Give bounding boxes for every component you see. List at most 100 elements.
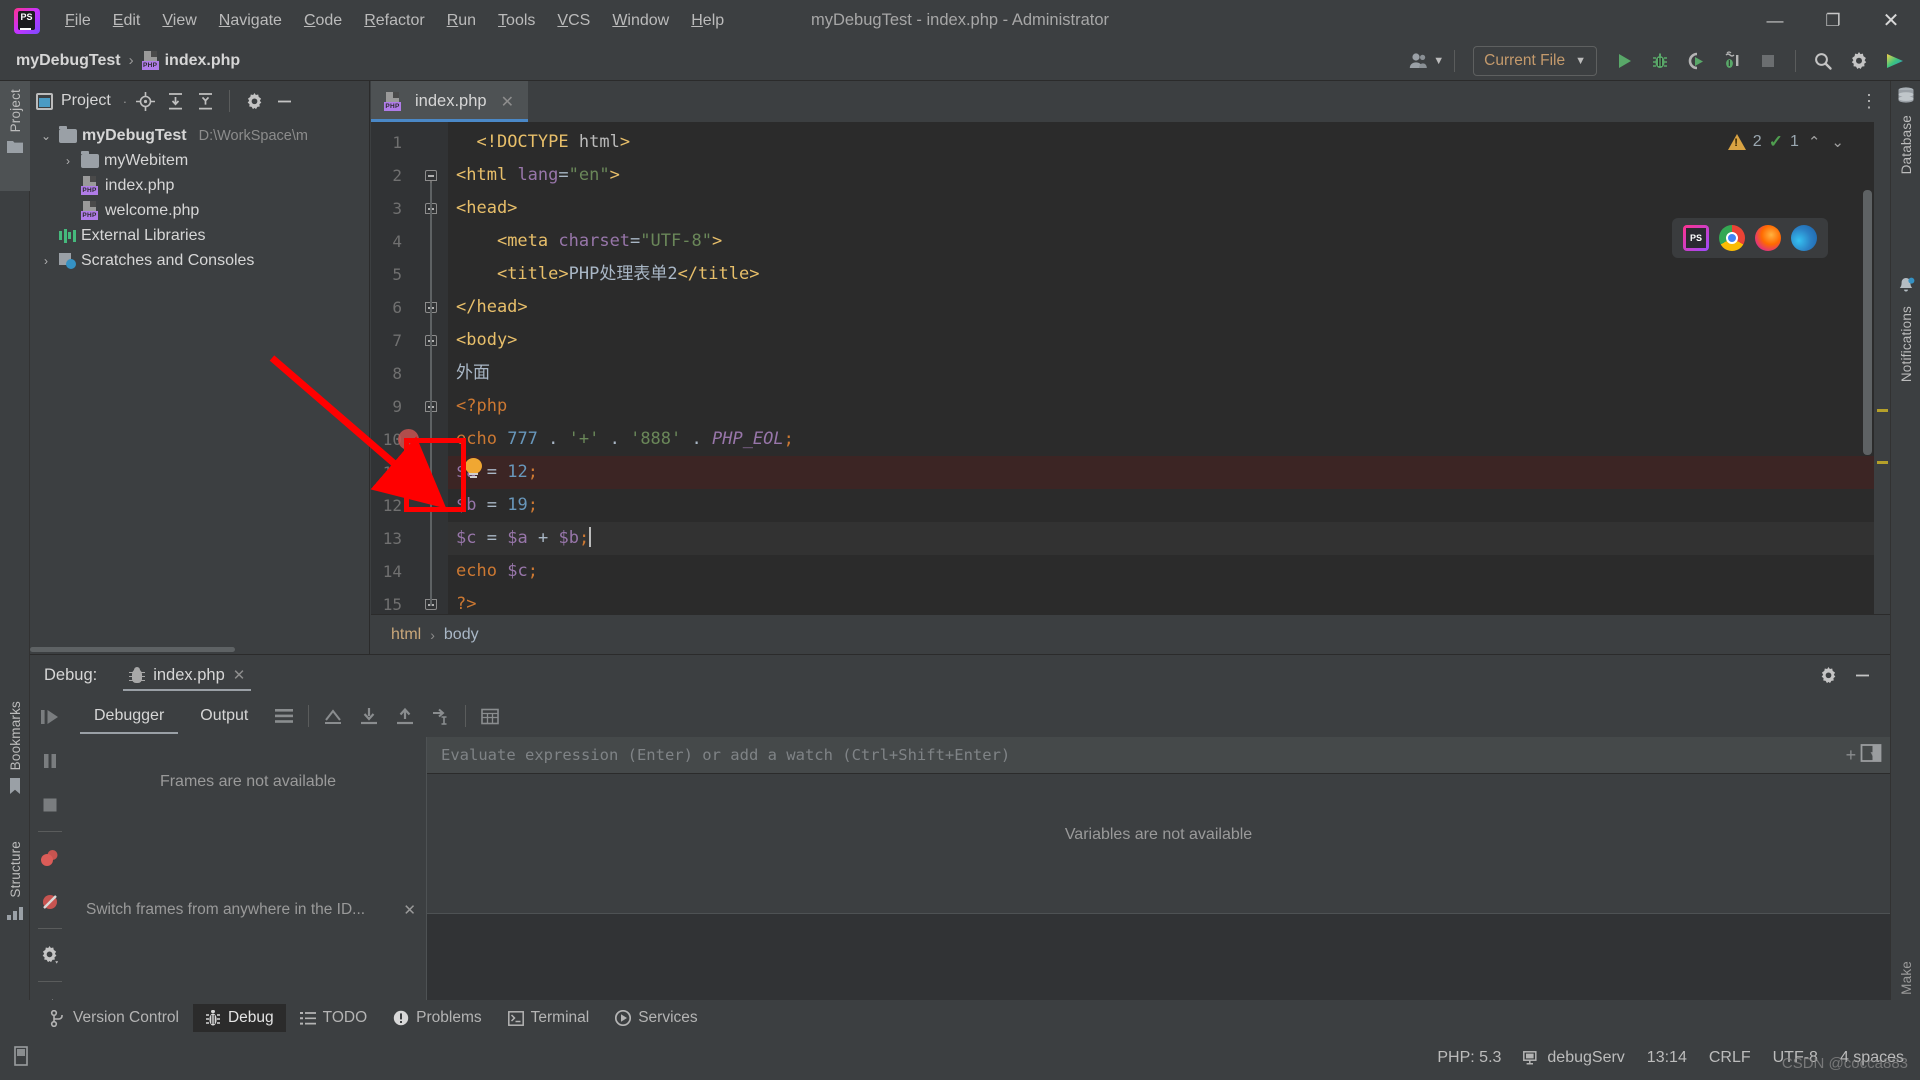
sidebar-item-notifications[interactable]: Notifications: [1891, 277, 1920, 497]
tree-item-index-php[interactable]: PHP index.php: [30, 173, 369, 198]
code-line-9[interactable]: <?php: [448, 390, 1890, 423]
code-line-10[interactable]: echo 777 . '+' . '888' . PHP_EOL;: [448, 423, 1890, 456]
close-button[interactable]: ✕: [1862, 0, 1920, 41]
layout-icon[interactable]: [266, 697, 302, 735]
error-stripe[interactable]: [1874, 122, 1890, 614]
bottom-tab-terminal[interactable]: Terminal: [496, 1004, 602, 1032]
search-icon[interactable]: [1806, 45, 1840, 77]
editor-gutter[interactable]: 1 2 3 4 5 6 7 8 9 10 11 12 13 14 15: [371, 122, 448, 614]
code-line-7[interactable]: <body>: [448, 324, 1890, 357]
sidebar-item-database[interactable]: Database: [1891, 87, 1920, 257]
chrome-icon[interactable]: [1719, 225, 1745, 251]
force-step-into-icon[interactable]: [423, 697, 459, 735]
profile-button[interactable]: [1715, 45, 1749, 77]
gear-icon[interactable]: [1842, 45, 1876, 77]
code-line-6[interactable]: </head>: [448, 291, 1890, 324]
sidebar-item-structure[interactable]: Structure: [0, 841, 30, 971]
run-button[interactable]: [1607, 45, 1641, 77]
status-item-php-5-3[interactable]: PHP: 5.3: [1437, 1049, 1501, 1067]
settings-icon[interactable]: [30, 933, 70, 977]
editor-scrollbar[interactable]: [1863, 190, 1872, 455]
updates-icon[interactable]: [1878, 45, 1912, 77]
bottom-tab-version-control[interactable]: Version Control: [38, 1004, 191, 1032]
firefox-icon[interactable]: [1755, 225, 1781, 251]
debug-settings-gear-icon[interactable]: [1814, 661, 1842, 689]
code-editor[interactable]: 1 2 3 4 5 6 7 8 9 10 11 12 13 14 15 <!DOCTYPE html> <ht…: [371, 122, 1890, 614]
variables-body[interactable]: Variables are not available: [427, 774, 1890, 1025]
code-line-2[interactable]: <html lang="en">: [448, 159, 1890, 192]
restore-layout-icon[interactable]: [1860, 743, 1882, 768]
chevron-icon[interactable]: ›: [60, 154, 76, 168]
edge-icon[interactable]: [1791, 225, 1817, 251]
run-with-coverage-button[interactable]: [1679, 45, 1713, 77]
debug-hide-button[interactable]: [1848, 661, 1876, 689]
stop-button[interactable]: [1751, 45, 1785, 77]
resume-program-icon[interactable]: [30, 695, 70, 739]
stripe-warning-mark[interactable]: [1877, 409, 1888, 412]
bottom-tab-todo[interactable]: TODO: [288, 1004, 380, 1032]
account-chevron-down-icon[interactable]: ▼: [1433, 55, 1444, 67]
code-line-8[interactable]: 外面: [448, 357, 1890, 390]
status-item-13-14[interactable]: 13:14: [1647, 1049, 1687, 1067]
bottom-tab-services[interactable]: Services: [603, 1004, 709, 1032]
mute-breakpoints-icon[interactable]: [30, 880, 70, 924]
previous-problem-icon[interactable]: ⌃: [1806, 133, 1823, 151]
breadcrumb-file[interactable]: index.php: [165, 52, 241, 70]
menu-item-vcs[interactable]: VCS: [546, 8, 601, 34]
menu-item-refactor[interactable]: Refactor: [353, 8, 435, 34]
code-content[interactable]: <!DOCTYPE html> <html lang="en"> <head> <m…: [448, 122, 1890, 614]
code-line-13[interactable]: $c = $a + $b;: [448, 522, 1890, 555]
tree-item-external-libraries[interactable]: External Libraries: [30, 223, 369, 248]
stop-icon[interactable]: [30, 783, 70, 827]
collapse-all-button[interactable]: [191, 87, 219, 115]
view-breakpoints-icon[interactable]: [30, 836, 70, 880]
status-item-4-spaces[interactable]: 4 spaces: [1840, 1049, 1904, 1067]
tab-output[interactable]: Output: [182, 695, 266, 737]
run-configuration-selector[interactable]: Current File ▼: [1473, 45, 1597, 76]
tree-item-mydebugtest[interactable]: ⌄ myDebugTest D:\WorkSpace\m: [30, 123, 369, 148]
tree-item-scratches-and-consoles[interactable]: › Scratches and Consoles: [30, 248, 369, 273]
frames-pane[interactable]: Frames are not available Switch frames f…: [70, 737, 427, 1025]
step-over-icon[interactable]: [387, 697, 423, 735]
scroll-from-source-button[interactable]: [131, 87, 159, 115]
minimize-button[interactable]: —: [1746, 0, 1804, 41]
menu-item-edit[interactable]: Edit: [102, 8, 152, 34]
code-line-5[interactable]: <title>PHP处理表单2</title>: [448, 258, 1890, 291]
sidebar-item-project[interactable]: Project: [0, 81, 30, 191]
menu-item-run[interactable]: Run: [436, 8, 487, 34]
account-icon[interactable]: [1403, 45, 1437, 77]
sidebar-item-bookmarks[interactable]: Bookmarks: [0, 701, 30, 831]
tree-item-welcome-php[interactable]: PHP welcome.php: [30, 198, 369, 223]
menu-item-view[interactable]: View: [151, 8, 207, 34]
project-horizontal-scrollbar[interactable]: [30, 644, 370, 654]
breadcrumb-project[interactable]: myDebugTest: [16, 52, 121, 70]
stripe-warning-mark-2[interactable]: [1877, 461, 1888, 464]
step-into-icon[interactable]: [351, 697, 387, 735]
phpstorm-preview-icon[interactable]: [1683, 225, 1709, 251]
code-line-11[interactable]: $a = 12;: [448, 456, 1890, 489]
project-options-gear-icon[interactable]: [240, 87, 268, 115]
editor-breadcrumb-html[interactable]: html: [391, 626, 421, 644]
code-fold-icon[interactable]: [424, 169, 438, 203]
chevron-icon[interactable]: ›: [38, 254, 54, 268]
tree-item-mywebitem[interactable]: › myWebitem: [30, 148, 369, 173]
menu-item-window[interactable]: Window: [601, 8, 680, 34]
editor-breadcrumb-body[interactable]: body: [444, 626, 479, 644]
evaluate-table-icon[interactable]: [472, 697, 508, 735]
pause-program-icon[interactable]: [30, 739, 70, 783]
editor-options-icon[interactable]: ⋮: [1860, 81, 1890, 122]
code-line-14[interactable]: echo $c;: [448, 555, 1890, 588]
menu-item-navigate[interactable]: Navigate: [208, 8, 293, 34]
menu-item-code[interactable]: Code: [293, 8, 353, 34]
status-item-crlf[interactable]: CRLF: [1709, 1049, 1751, 1067]
bottom-tab-debug[interactable]: Debug: [192, 1004, 286, 1032]
code-line-12[interactable]: $b = 19;: [448, 489, 1890, 522]
code-line-15[interactable]: ?>: [448, 588, 1890, 614]
close-icon[interactable]: ✕: [233, 666, 246, 684]
memory-indicator-icon[interactable]: [12, 1045, 30, 1071]
intention-bulb-icon[interactable]: [465, 458, 482, 480]
add-watch-icon[interactable]: +: [1846, 745, 1857, 766]
chevron-icon[interactable]: ⌄: [38, 129, 54, 143]
tab-debugger[interactable]: Debugger: [76, 695, 182, 737]
browser-preview-popup[interactable]: [1672, 218, 1828, 258]
